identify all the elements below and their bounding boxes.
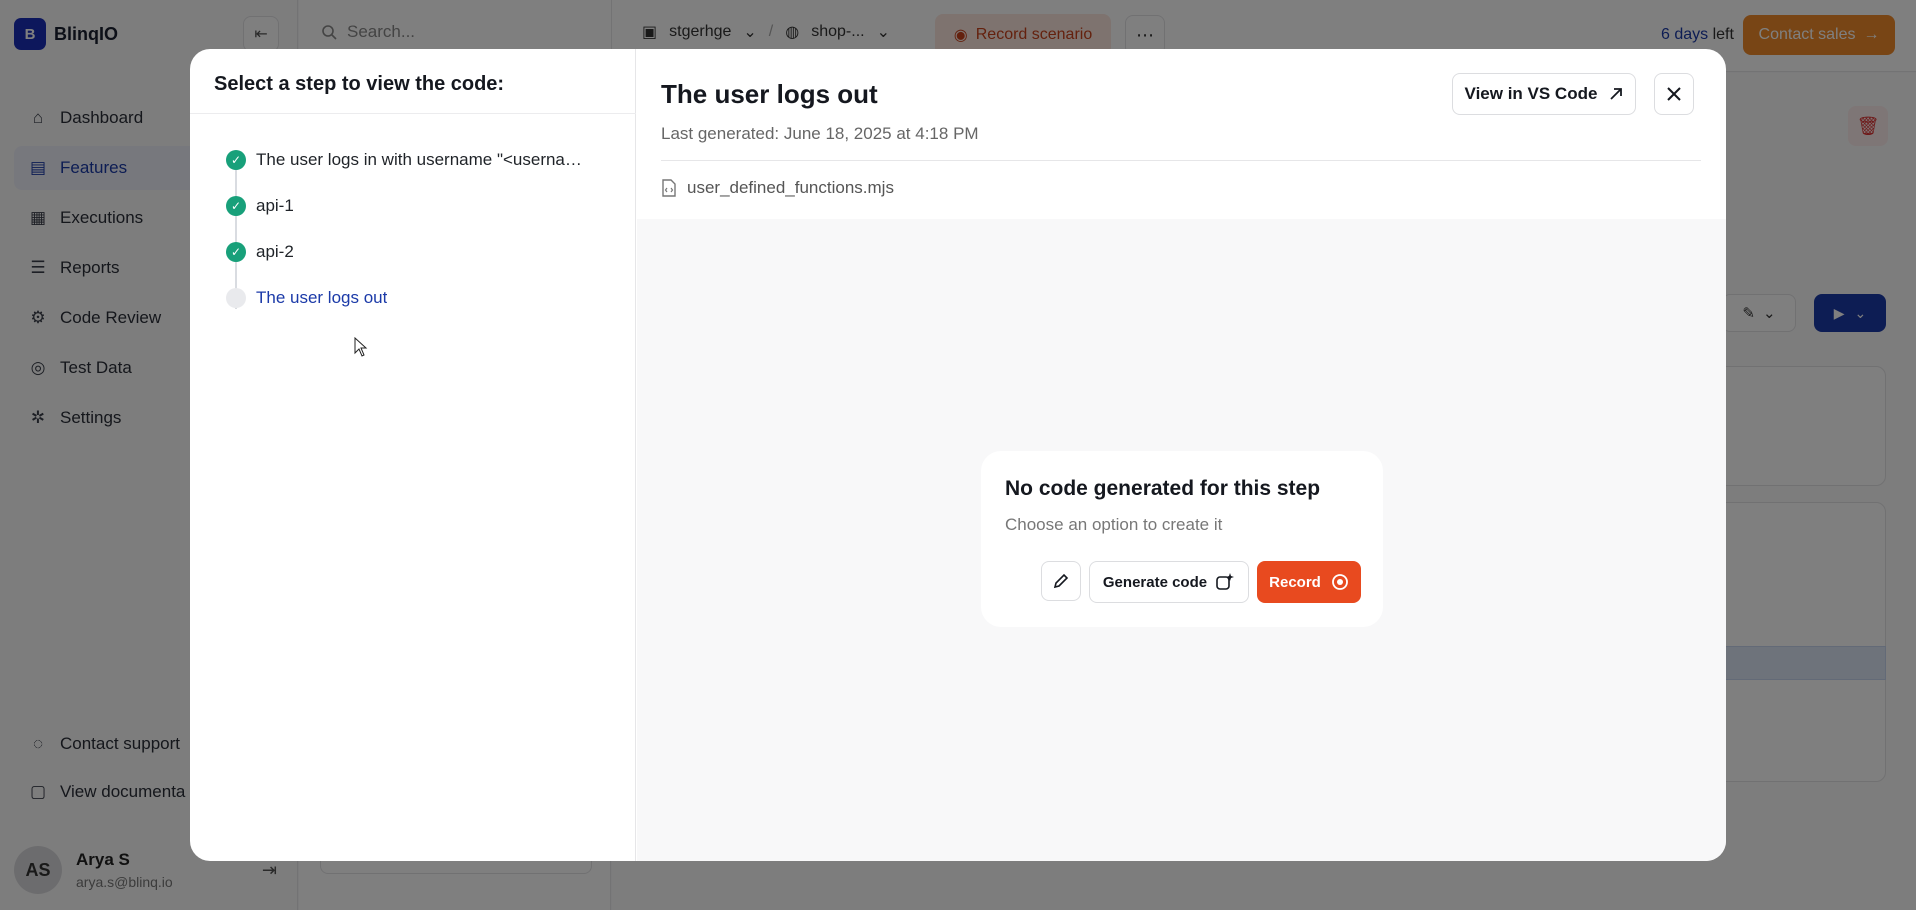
generate-code-label: Generate code xyxy=(1102,573,1208,591)
generate-code-button[interactable]: Generate code xyxy=(1089,561,1249,603)
close-icon xyxy=(1667,87,1681,101)
code-pane: The user logs out Last generated: June 1… xyxy=(637,49,1726,861)
step-item[interactable]: ✓ The user logs out xyxy=(226,275,626,321)
check-circle-icon: ✓ xyxy=(226,196,246,216)
check-circle-icon: ✓ xyxy=(226,150,246,170)
empty-state-title: No code generated for this step xyxy=(1005,477,1321,500)
mouse-cursor-icon xyxy=(354,337,368,357)
pencil-icon xyxy=(1053,573,1069,589)
step-label: api-1 xyxy=(256,196,294,215)
view-in-vscode-button[interactable]: View in VS Code xyxy=(1452,73,1636,115)
last-generated: Last generated: June 18, 2025 at 4:18 PM xyxy=(661,124,979,143)
check-circle-icon: ✓ xyxy=(226,242,246,262)
pending-circle-icon: ✓ xyxy=(226,288,246,308)
step-label: The user logs in with username "<usernam… xyxy=(256,150,596,169)
code-title: The user logs out xyxy=(661,79,878,109)
file-name: user_defined_functions.mjs xyxy=(687,178,894,197)
record-icon xyxy=(1331,574,1348,590)
divider xyxy=(661,160,1701,161)
code-viewer: No code generated for this step Choose a… xyxy=(637,219,1726,861)
close-modal-button[interactable] xyxy=(1654,73,1694,115)
steps-title: Select a step to view the code: xyxy=(214,73,505,95)
record-label: Record xyxy=(1269,573,1321,591)
step-item[interactable]: ✓ api-2 xyxy=(226,229,626,275)
empty-state-subtitle: Choose an option to create it xyxy=(1005,515,1223,534)
file-tab[interactable]: user_defined_functions.mjs xyxy=(661,178,894,198)
step-label: The user logs out xyxy=(256,288,388,307)
file-code-icon xyxy=(662,179,676,197)
record-step-button[interactable]: Record xyxy=(1257,561,1361,603)
steps-list: ✓ The user logs in with username "<userna… xyxy=(226,137,626,321)
ai-sparkle-icon xyxy=(1216,573,1235,590)
empty-state-card: No code generated for this step Choose a… xyxy=(981,451,1383,627)
step-item[interactable]: ✓ api-1 xyxy=(226,183,626,229)
step-item[interactable]: ✓ The user logs in with username "<userna… xyxy=(226,137,626,183)
step-code-modal: Select a step to view the code: ✓ The use… xyxy=(190,49,1726,861)
divider xyxy=(190,113,636,114)
vscode-label: View in VS Code xyxy=(1464,84,1598,103)
edit-code-button[interactable] xyxy=(1041,561,1081,601)
external-link-icon xyxy=(1610,88,1623,100)
step-label: api-2 xyxy=(256,242,294,261)
steps-pane: Select a step to view the code: ✓ The use… xyxy=(190,49,636,861)
